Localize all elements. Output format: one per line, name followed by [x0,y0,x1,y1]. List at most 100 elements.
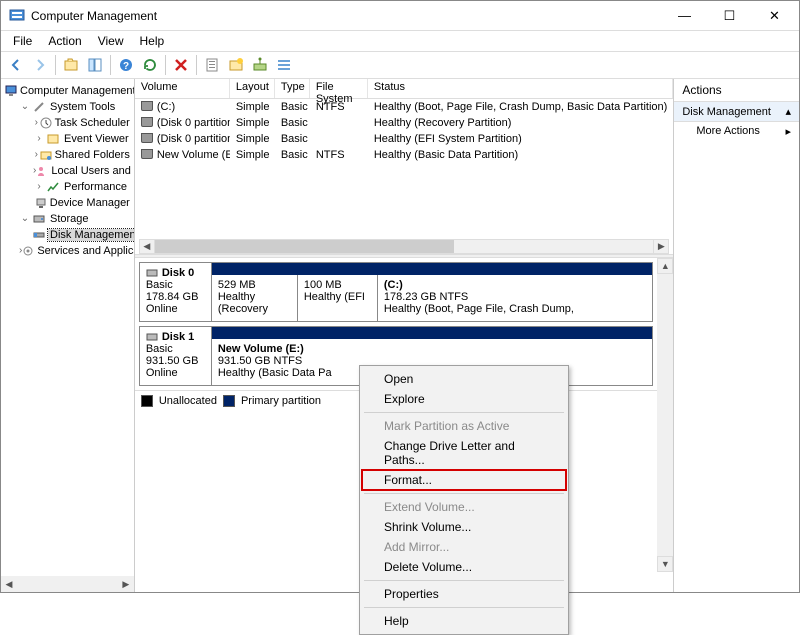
toolbar-separator [196,55,197,75]
computer-icon [5,83,17,99]
up-icon[interactable] [60,54,82,76]
menubar: File Action View Help [1,31,799,51]
volume-row[interactable]: (Disk 0 partition 2)SimpleBasicHealthy (… [135,131,673,147]
actions-more-actions[interactable]: More Actions ▸ [674,122,799,141]
svg-text:?: ? [123,61,129,72]
new-icon[interactable] [225,54,247,76]
volume-rows: (C:)SimpleBasicNTFSHealthy (Boot, Page F… [135,99,673,163]
list-icon[interactable] [273,54,295,76]
actions-pane: Actions Disk Management ▴ More Actions ▸ [674,79,799,592]
scroll-left-icon[interactable]: ◀ [139,239,155,254]
volume-row[interactable]: New Volume (E:)SimpleBasicNTFSHealthy (B… [135,147,673,163]
menu-file[interactable]: File [5,32,40,50]
context-menu-item-properties[interactable]: Properties [362,584,566,604]
partition-strip [212,263,652,275]
menu-view[interactable]: View [90,32,132,50]
collapse-icon[interactable]: ⌄ [19,102,31,112]
context-menu-item-explore[interactable]: Explore [362,389,566,409]
settings-icon[interactable] [249,54,271,76]
menu-separator [364,412,564,413]
legend-unallocated-label: Unallocated [159,395,217,407]
tree-shared-folders[interactable]: › Shared Folders [33,147,130,163]
tree-horizontal-scrollbar[interactable]: ◀ ▶ [1,576,134,592]
scroll-right-icon[interactable]: ▶ [118,576,134,592]
disk-info[interactable]: Disk 0Basic178.84 GBOnline [140,263,212,321]
tree-event-viewer[interactable]: ›Event Viewer [33,131,130,147]
tree-task-scheduler[interactable]: › Task Scheduler [33,115,130,131]
scrollbar-track[interactable] [657,274,673,556]
volume-row[interactable]: (Disk 0 partition 1)SimpleBasicHealthy (… [135,115,673,131]
actions-section-disk-management[interactable]: Disk Management ▴ [674,102,799,122]
scroll-left-icon[interactable]: ◀ [1,576,17,592]
expand-icon[interactable]: › [33,150,40,160]
collapse-icon[interactable]: ⌄ [19,214,31,224]
col-status[interactable]: Status [368,79,673,98]
tools-icon [31,99,47,115]
expand-icon[interactable]: › [33,118,40,128]
volume-list-scrollbar[interactable]: ◀ ▶ [139,239,669,254]
context-menu-item-open[interactable]: Open [362,369,566,389]
toolbar: ? [1,51,799,79]
disk-icon [146,267,158,279]
scroll-up-icon[interactable]: ▲ [657,258,673,274]
minimize-button[interactable]: — [662,2,707,30]
col-layout[interactable]: Layout [230,79,275,98]
menu-action[interactable]: Action [40,32,89,50]
window-title: Computer Management [31,9,662,23]
tree-local-users[interactable]: ›Local Users and Groups [33,163,130,179]
tree-item-label: Local Users and Groups [51,165,135,177]
disk-icon [33,227,45,243]
volume-list-header: Volume Layout Type File System Status [135,79,673,99]
tree-storage[interactable]: ⌄ Storage [19,211,130,227]
scrollbar-track[interactable] [17,576,118,592]
col-type[interactable]: Type [275,79,310,98]
context-menu-item-delete-volume[interactable]: Delete Volume... [362,557,566,577]
col-volume[interactable]: Volume [135,79,230,98]
tree-item-label: Task Scheduler [55,117,130,129]
tree-root-label: Computer Management (Local [20,85,135,97]
tree-system-tools[interactable]: ⌄ System Tools [19,99,130,115]
back-icon[interactable] [5,54,27,76]
services-icon [22,243,34,259]
show-hide-tree-icon[interactable] [84,54,106,76]
storage-icon [31,211,47,227]
tree-disk-management[interactable]: Disk Management [33,227,130,243]
col-filesystem[interactable]: File System [310,79,368,98]
scrollbar-track[interactable] [155,239,653,254]
tree-performance[interactable]: ›Performance [33,179,130,195]
volume-icon [141,149,153,159]
context-menu-item-shrink-volume[interactable]: Shrink Volume... [362,517,566,537]
event-icon [45,131,61,147]
refresh-icon[interactable] [139,54,161,76]
maximize-button[interactable]: ☐ [707,2,752,30]
context-menu-item-change-drive-letter-and-paths[interactable]: Change Drive Letter and Paths... [362,436,566,470]
partition[interactable]: (C:)178.23 GB NTFSHealthy (Boot, Page Fi… [377,275,652,321]
forward-icon[interactable] [29,54,51,76]
scrollbar-thumb[interactable] [155,240,454,253]
tree-services-apps[interactable]: › Services and Applications [19,243,130,259]
tree-item-label: Shared Folders [55,149,130,161]
menu-help[interactable]: Help [132,32,173,50]
properties-icon[interactable] [201,54,223,76]
close-button[interactable]: ✕ [752,2,797,30]
context-menu-item-format[interactable]: Format... [362,470,566,490]
submenu-arrow-icon: ▸ [785,125,791,138]
tree-device-manager[interactable]: Device Manager [33,195,130,211]
scroll-down-icon[interactable]: ▼ [657,556,673,572]
users-icon [36,163,48,179]
scroll-right-icon[interactable]: ▶ [653,239,669,254]
tree-root-computer-management[interactable]: Computer Management (Local [5,83,130,99]
partition[interactable]: 529 MBHealthy (Recovery [212,275,297,321]
delete-icon[interactable] [170,54,192,76]
tree-item-label: Device Manager [50,197,130,209]
expand-icon[interactable]: › [33,182,45,192]
volume-row[interactable]: (C:)SimpleBasicNTFSHealthy (Boot, Page F… [135,99,673,115]
window-root: { "window": { "title": "Computer Managem… [0,0,800,593]
expand-icon[interactable]: › [33,134,45,144]
disk-pane-vertical-scrollbar[interactable]: ▲ ▼ [657,258,673,572]
disk-block: Disk 0Basic178.84 GBOnline529 MBHealthy … [139,262,653,322]
help-icon[interactable]: ? [115,54,137,76]
context-menu-item-help[interactable]: Help [362,611,566,631]
partition[interactable]: 100 MBHealthy (EFI [297,275,377,321]
disk-info[interactable]: Disk 1Basic931.50 GBOnline [140,327,212,385]
